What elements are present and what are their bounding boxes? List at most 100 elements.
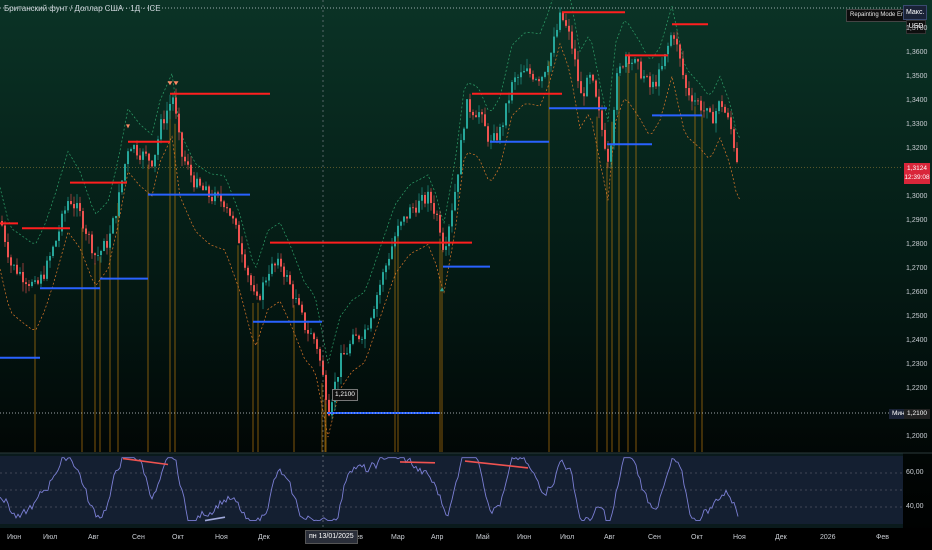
candle-body	[166, 110, 168, 124]
candle-body	[616, 73, 618, 110]
crosshair-date-label: пн 13/01/2025	[305, 530, 358, 544]
candle-body	[646, 76, 648, 77]
symbol-title[interactable]: Британский фунт / Доллар США · 1Д · ICE	[4, 4, 161, 13]
candle-body	[565, 20, 567, 26]
candle-body	[10, 257, 12, 266]
candle-body	[487, 126, 489, 142]
price-tick-label: 1,3200	[906, 145, 928, 152]
candle-body	[604, 129, 606, 149]
candle-body	[361, 339, 363, 340]
candle-body	[367, 328, 369, 330]
candle-body	[313, 333, 315, 340]
candle-body	[145, 151, 147, 154]
candle-body	[643, 76, 645, 79]
candle-body	[184, 156, 186, 162]
candle-body	[553, 36, 555, 53]
candle-body	[244, 254, 246, 268]
rsi-tick-label: 60,00	[906, 469, 924, 476]
price-tick-label: 1,3400	[906, 97, 928, 104]
candle-body	[193, 175, 195, 188]
candle-body	[385, 265, 387, 273]
pivot-high-marker	[173, 81, 179, 86]
candle-body	[688, 88, 690, 96]
candle-body	[91, 234, 93, 254]
candle-body	[730, 117, 732, 130]
candle-body	[481, 112, 483, 115]
candle-body	[709, 108, 711, 112]
candle-body	[502, 125, 504, 127]
candle-body	[37, 280, 39, 284]
chart-canvas[interactable]	[0, 0, 932, 550]
candle-body	[52, 246, 54, 256]
candle-body	[142, 151, 144, 160]
time-tick-label: Ноя	[215, 534, 228, 541]
candle-body	[223, 201, 225, 208]
candle-body	[268, 273, 270, 281]
bar-countdown: 12:39:08	[904, 174, 930, 181]
candle-body	[73, 203, 75, 209]
candle-body	[187, 161, 189, 165]
candle-body	[13, 264, 15, 266]
candle-body	[181, 132, 183, 157]
candle-body	[667, 45, 669, 55]
price-tick-label: 1,3600	[906, 49, 928, 56]
candle-body	[118, 192, 120, 216]
price-tick-label: 1,2000	[906, 433, 928, 440]
candle-body	[556, 29, 558, 37]
candle-body	[463, 128, 465, 141]
candle-body	[415, 207, 417, 213]
candle-body	[247, 267, 249, 276]
candle-body	[274, 263, 276, 266]
price-tick-label: 1,2300	[906, 361, 928, 368]
candle-body	[544, 72, 546, 77]
candle-body	[724, 106, 726, 113]
candle-body	[619, 66, 621, 74]
candle-body	[652, 81, 654, 88]
candle-body	[673, 35, 675, 39]
candle-body	[607, 148, 609, 162]
candle-body	[232, 215, 234, 219]
candle-body	[124, 164, 126, 181]
candle-body	[658, 69, 660, 87]
time-tick-label: Мар	[391, 534, 405, 541]
candle-body	[94, 253, 96, 256]
candle-body	[721, 101, 723, 107]
candle-body	[475, 115, 477, 118]
candle-body	[700, 100, 702, 111]
candle-body	[301, 304, 303, 313]
candle-body	[190, 164, 192, 176]
candle-body	[106, 240, 108, 248]
candle-body	[442, 232, 444, 250]
candle-body	[382, 272, 384, 285]
candle-body	[535, 79, 537, 80]
candle-body	[391, 246, 393, 259]
candle-body	[271, 263, 273, 274]
time-tick-label: 2026	[820, 534, 836, 541]
candle-body	[484, 114, 486, 127]
candle-body	[640, 61, 642, 79]
candle-body	[460, 140, 462, 175]
time-tick-label: Ноя	[733, 534, 746, 541]
candle-body	[430, 191, 432, 204]
candle-body	[100, 250, 102, 256]
candle-body	[661, 66, 663, 70]
candle-body	[511, 82, 513, 101]
candle-body	[49, 255, 51, 261]
rsi-bearish-divergence	[399, 461, 436, 464]
pivot-high-marker	[126, 124, 130, 129]
price-tick-label: 1,2900	[906, 217, 928, 224]
candle-body	[649, 76, 651, 88]
candle-body	[283, 266, 285, 277]
candle-body	[28, 284, 30, 286]
candle-body	[346, 353, 348, 355]
candle-body	[526, 68, 528, 71]
pivot-low-marker	[440, 287, 444, 292]
price-tick-label: 1,2800	[906, 241, 928, 248]
candle-body	[388, 258, 390, 266]
candle-body	[469, 99, 471, 112]
candle-body	[466, 99, 468, 129]
candle-body	[202, 185, 204, 191]
candle-body	[406, 216, 408, 219]
candle-body	[277, 258, 279, 266]
candle-body	[478, 112, 480, 118]
